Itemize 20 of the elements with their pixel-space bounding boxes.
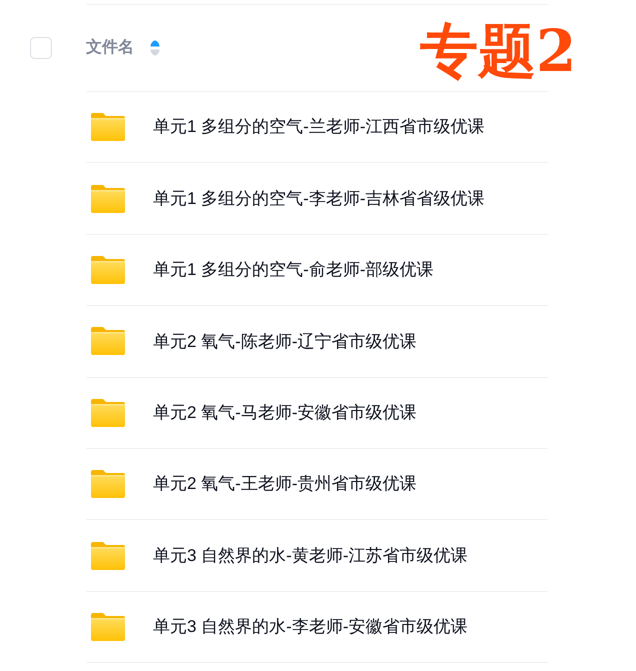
folder-name-link[interactable]: 单元1 多组分的空气-俞老师-部级优课 [153,257,434,283]
folder-icon [91,327,125,356]
folder-icon [91,612,125,641]
folder-icon [91,256,125,284]
folder-icon [91,470,125,498]
folder-name-link[interactable]: 单元3 自然界的水-李老师-安徽省市级优课 [153,614,468,640]
sort-icon[interactable] [150,40,160,56]
folder-name-link[interactable]: 单元3 自然界的水-黄老师-江苏省市级优课 [153,542,468,568]
folder-name-link[interactable]: 单元1 多组分的空气-李老师-吉林省省级优课 [153,186,484,212]
folder-name-link[interactable]: 单元2 氧气-陈老师-辽宁省市级优课 [153,328,416,354]
folder-icon [91,184,125,213]
folder-name-link[interactable]: 单元2 氧气-王老师-贵州省市级优课 [153,471,416,497]
folder-icon [91,398,125,427]
select-all-checkbox[interactable] [30,37,52,59]
folder-name-link[interactable]: 单元2 氧气-马老师-安徽省市级优课 [153,400,416,426]
folder-icon [91,542,125,570]
folder-icon [91,113,125,142]
folder-name-link[interactable]: 单元1 多组分的空气-兰老师-江西省市级优课 [153,114,484,140]
file-name-column-header[interactable]: 文件名 [86,40,134,56]
topic-label: 专题2 [420,22,576,80]
